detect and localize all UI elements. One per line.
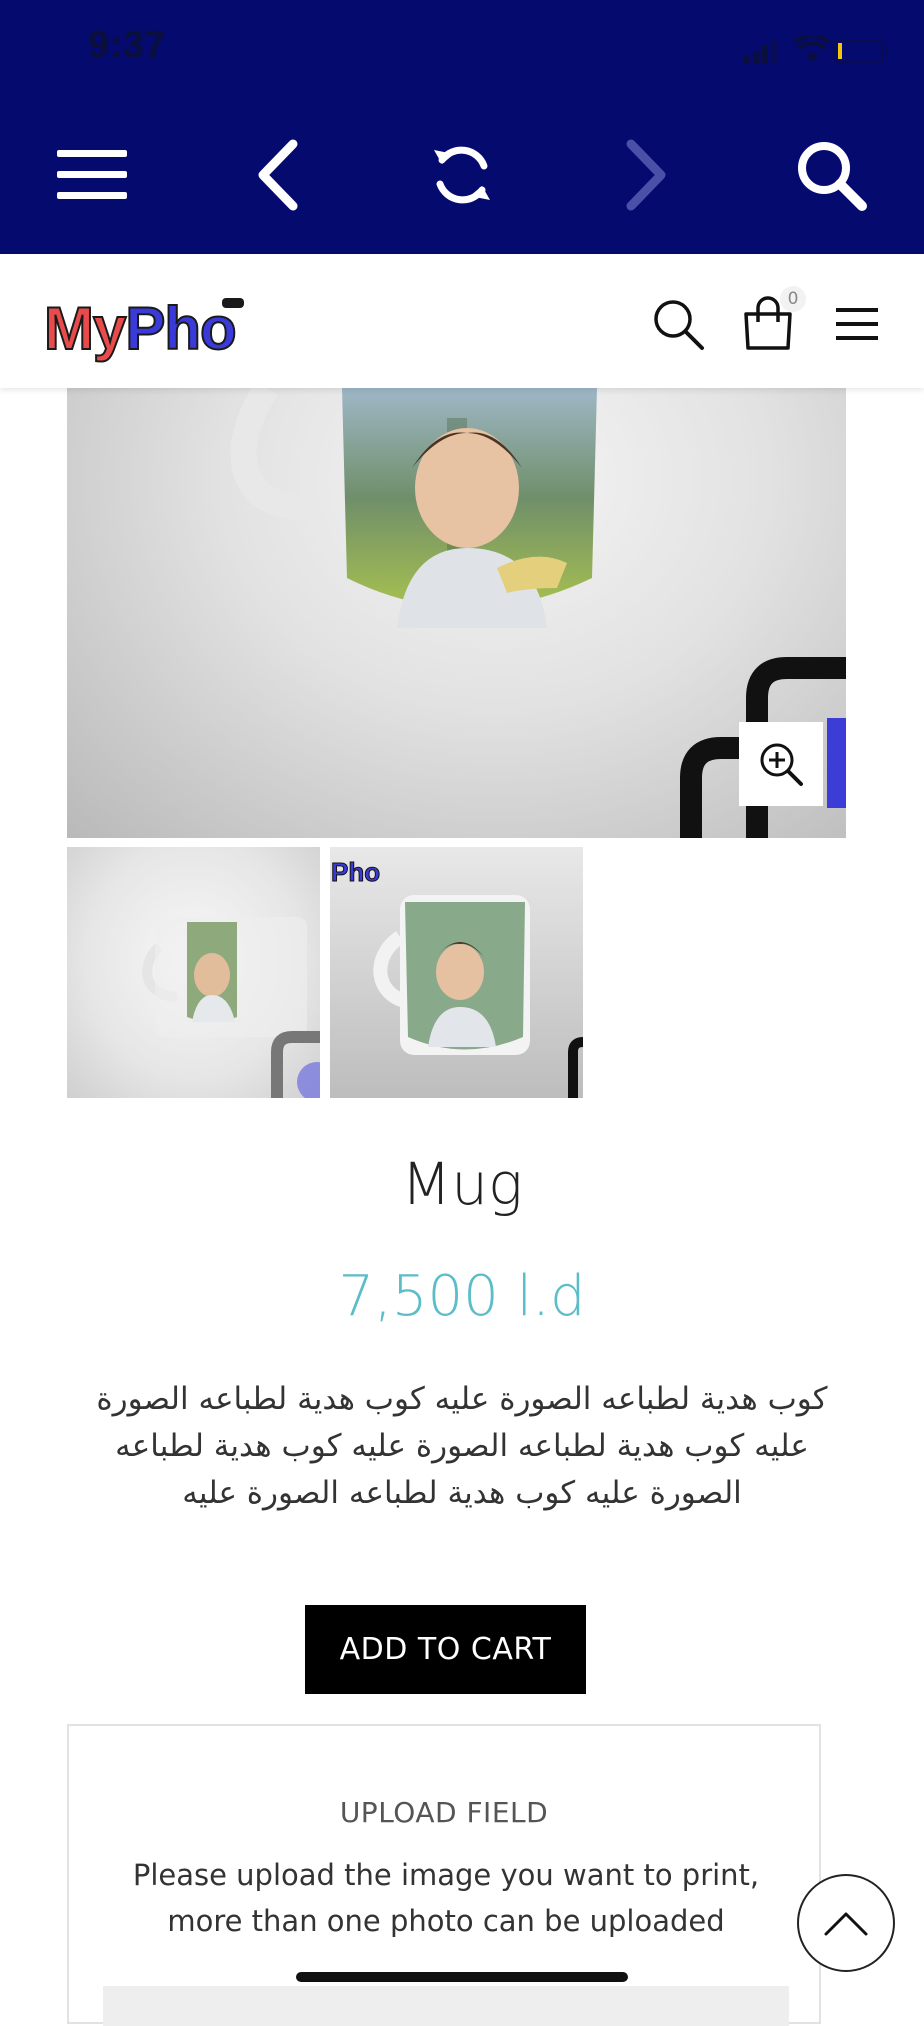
thumbnail-1[interactable] (67, 847, 320, 1098)
product-price: 7,500 l.d (338, 1264, 586, 1329)
toolbar-reload-button[interactable] (417, 130, 507, 220)
menu-icon (57, 150, 127, 199)
product-description: كوب هدية لطباعه الصورة عليه كوب هدية لطب… (96, 1381, 828, 1511)
status-icons (694, 34, 888, 64)
upload-title: UPLOAD FIELD (339, 1796, 549, 1829)
header-menu-icon[interactable] (830, 296, 886, 352)
battery-icon (834, 39, 888, 63)
zoom-button[interactable] (739, 722, 823, 806)
search-icon (798, 142, 867, 211)
site-header: MyPho 0 (0, 254, 924, 388)
back-icon (258, 139, 298, 211)
thumbnail-1-image (142, 917, 320, 1098)
zoom-in-icon (760, 743, 803, 786)
scroll-to-top-button[interactable] (797, 1874, 895, 1972)
upload-description: Please upload the image you want to prin… (132, 1858, 760, 1938)
wifi-icon (794, 36, 830, 62)
home-indicator (296, 1972, 628, 1982)
product-title: Mug (401, 1150, 523, 1218)
reload-icon (434, 146, 490, 204)
thumbnail-2[interactable]: Pho (330, 847, 583, 1098)
forward-icon (626, 139, 666, 211)
signal-icon (744, 40, 777, 64)
browser-toolbar: 9:37 (0, 0, 924, 254)
cart-count-badge: 0 (780, 286, 806, 312)
logo-my: My (43, 294, 127, 363)
toolbar-search-button[interactable] (786, 130, 876, 220)
header-search-icon[interactable] (650, 296, 706, 352)
site-logo[interactable]: MyPho (43, 290, 264, 374)
toolbar-forward-button[interactable] (602, 130, 692, 220)
add-to-cart-button[interactable]: ADD TO CART (305, 1605, 586, 1694)
status-time: 9:37 (88, 24, 167, 66)
product-main-image[interactable] (67, 388, 846, 838)
chevron-up-icon (824, 1912, 868, 1936)
thumbnail-logo: Pho (330, 857, 381, 888)
mug-photo (230, 388, 846, 838)
logo-text: MyPho (43, 294, 238, 364)
toolbar-menu-button[interactable] (47, 130, 137, 220)
toolbar-back-button[interactable] (232, 130, 322, 220)
upload-dropzone[interactable] (103, 1986, 789, 2026)
camera-icon (222, 298, 244, 308)
